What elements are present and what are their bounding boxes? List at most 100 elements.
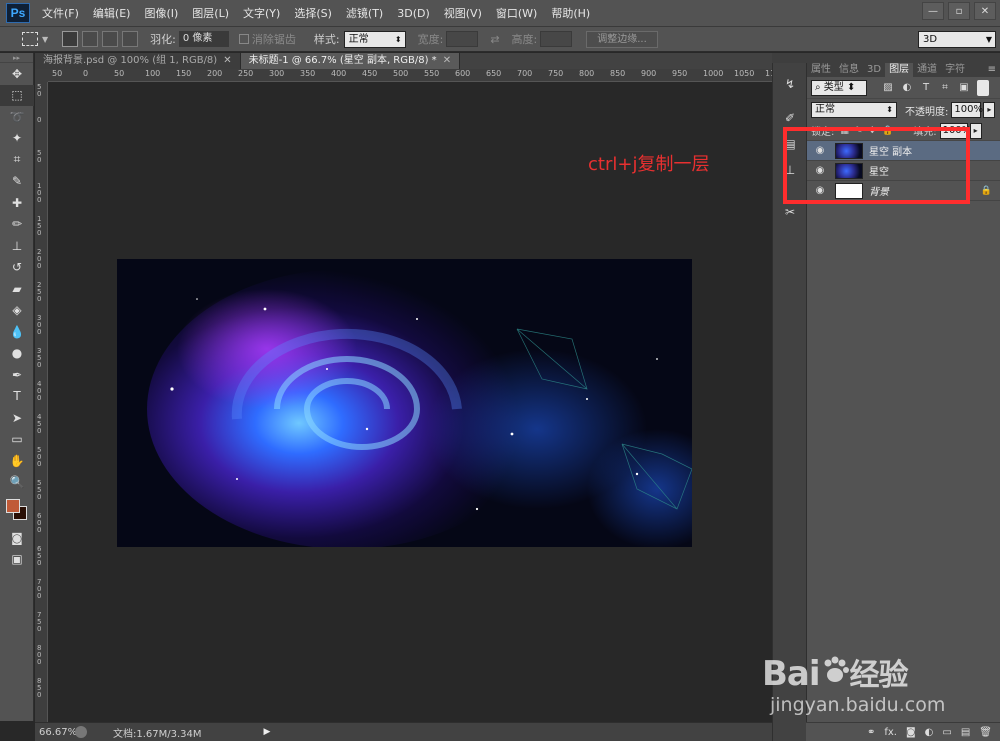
menu-select[interactable]: 选择(S) [294,5,332,21]
minimize-button[interactable]: — [922,2,944,20]
tab-channels[interactable]: 通道 [913,63,941,77]
type-tool-icon[interactable]: T [0,386,34,408]
style-select[interactable]: 正常 ⬍ [343,30,406,48]
zoom-level[interactable]: 66.67% [39,727,77,738]
close-icon[interactable]: ✕ [443,55,451,66]
refine-edge-button[interactable]: 调整边缘... [586,30,658,48]
horizontal-ruler[interactable]: 50 0 50 100 150 200 250 300 350 400 450 500 550 600 65… [48,69,772,82]
filter-kind-select[interactable]: ⌕ 类型 ⬍ [811,79,867,96]
new-selection-button[interactable] [62,31,79,47]
new-group-icon[interactable]: ▭ [942,727,951,738]
pixel-filter-icon[interactable]: ▨ [881,81,895,95]
document-image[interactable] [117,259,692,547]
ruler-tick-label: 50 [37,149,42,164]
antialias-checkbox[interactable] [238,34,249,44]
status-menu-icon[interactable]: ▶ [264,727,271,737]
chevron-down-icon[interactable]: ▼ [42,35,48,44]
pen-tool-icon[interactable]: ✒ [0,364,34,386]
history-brush-icon[interactable]: ↺ [0,257,34,279]
type-filter-icon[interactable]: T [919,81,933,95]
marquee-tool-icon[interactable]: ⬚ [0,84,34,106]
swap-icon[interactable]: ⇄ [490,33,499,46]
panel-tabs: 属性 信息 3D 图层 通道 字符 ≡ [807,63,1000,77]
ruler-tick-label: 300 [37,314,42,336]
zoom-tool-icon[interactable]: 🔍 [0,472,34,494]
ruler-tick-label: 450 [362,69,378,78]
marquee-preset-icon[interactable] [22,32,38,46]
quick-mask-icon[interactable]: ◙ [0,527,34,549]
tab-character[interactable]: 字符 [941,63,969,77]
magic-wand-icon[interactable]: ✦ [0,128,34,150]
width-input[interactable] [446,31,479,47]
blend-mode-select[interactable]: 正常 ⬍ [811,102,897,118]
ruler-tick-label: 750 [548,69,564,78]
menu-view[interactable]: 视图(V) [444,5,482,21]
menu-help[interactable]: 帮助(H) [551,5,590,21]
fill-slider-button[interactable]: ▸ [969,122,982,139]
hand-tool-icon[interactable]: ✋ [0,450,34,472]
width-label: 宽度: [417,33,444,46]
adjustment-layer-icon[interactable]: ◐ [925,727,934,738]
close-icon[interactable]: ✕ [223,55,231,66]
color-swatches[interactable] [0,493,33,527]
menu-filter[interactable]: 滤镜(T) [346,5,383,21]
new-layer-icon[interactable]: ▤ [961,727,970,738]
blur-tool-icon[interactable]: 💧 [0,321,34,343]
height-input[interactable] [540,31,573,47]
eyedropper-icon[interactable]: ✎ [0,171,34,193]
menu-window[interactable]: 窗口(W) [496,5,537,21]
toolbox: ▸▸ ✥ ⬚ ➰ ✦ ⌗ ✎ ✚ ✏ ⊥ ↺ ▰ ◈ 💧 ● ✒ T ➤ ▭ ✋… [0,53,34,721]
workspace-select[interactable]: 3D ▼ [918,31,996,48]
stamp-tool-icon[interactable]: ⊥ [0,235,34,257]
screen-mode-icon[interactable]: ▣ [0,549,34,571]
rectangle-tool-icon[interactable]: ▭ [0,429,34,451]
add-selection-button[interactable] [82,31,99,47]
subtract-selection-button[interactable] [102,31,119,47]
link-layers-icon[interactable]: ⚭ [867,727,875,738]
eraser-tool-icon[interactable]: ▰ [0,278,34,300]
tab-info[interactable]: 信息 [835,63,863,77]
delete-layer-icon[interactable]: 🗑 [979,727,992,738]
opacity-slider-button[interactable]: ▸ [983,102,996,118]
menu-image[interactable]: 图像(I) [144,5,178,21]
ruler-corner[interactable] [35,69,48,82]
vertical-ruler[interactable]: 50 0 50 100 150 200 250 300 350 400 450 500 550 600 65… [35,82,48,722]
toolbox-grip[interactable]: ▸▸ [0,53,33,63]
opacity-input[interactable]: 100% [951,102,983,118]
status-info-icon[interactable] [75,726,87,738]
brush-tool-icon[interactable]: ✏ [0,214,34,236]
tab-properties[interactable]: 属性 [807,63,835,77]
menu-layer[interactable]: 图层(L) [192,5,229,21]
dock-collapse-bar[interactable] [772,53,1000,63]
adjustment-filter-icon[interactable]: ◐ [900,81,914,95]
ruler-tick-label: 50 [52,69,63,78]
tab-3d[interactable]: 3D [863,63,885,77]
path-select-icon[interactable]: ➤ [0,407,34,429]
paint-bucket-icon[interactable]: ◈ [0,300,34,322]
ruler-tick-label: 1050 [734,69,755,78]
filter-toggle[interactable] [977,79,989,96]
tab-untitled-1[interactable]: 未标题-1 @ 66.7% (星空 副本, RGB/8) * ✕ [240,53,461,69]
close-button[interactable]: ✕ [974,2,996,20]
menu-3d[interactable]: 3D(D) [397,7,430,20]
intersect-selection-button[interactable] [122,31,139,47]
foreground-color-swatch[interactable] [6,499,20,513]
menu-file[interactable]: 文件(F) [42,5,79,21]
history-panel-icon[interactable]: ↯ [773,71,807,97]
crop-tool-icon[interactable]: ⌗ [0,149,34,171]
menu-type[interactable]: 文字(Y) [243,5,280,21]
layer-style-icon[interactable]: fx. [884,727,897,738]
restore-button[interactable]: ▫ [948,2,970,20]
shape-filter-icon[interactable]: ⌗ [938,81,952,95]
panel-menu-icon[interactable]: ≡ [988,63,1000,77]
healing-brush-icon[interactable]: ✚ [0,192,34,214]
dodge-tool-icon[interactable]: ● [0,343,34,365]
tab-poster-background[interactable]: 海报背景.psd @ 100% (组 1, RGB/8) ✕ [35,53,241,69]
feather-input[interactable]: 0 像素 [178,31,229,47]
move-tool-icon[interactable]: ✥ [0,63,34,85]
tab-layers[interactable]: 图层 [885,63,914,77]
lasso-tool-icon[interactable]: ➰ [0,106,34,128]
layer-mask-icon[interactable]: ◙ [906,727,916,738]
smart-object-filter-icon[interactable]: ▣ [957,81,971,95]
menu-edit[interactable]: 编辑(E) [93,5,131,21]
